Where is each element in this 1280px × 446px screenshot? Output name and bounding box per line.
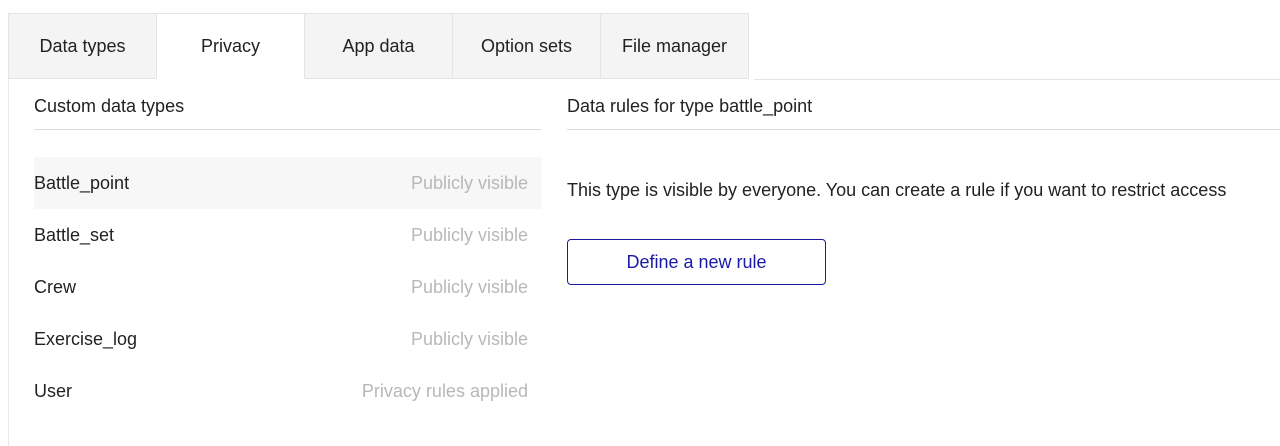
tab-app-data[interactable]: App data: [305, 14, 453, 79]
list-item-exercise-log[interactable]: Exercise_log Publicly visible: [34, 313, 541, 365]
list-item-battle-set[interactable]: Battle_set Publicly visible: [34, 209, 541, 261]
type-name: User: [34, 380, 73, 401]
tab-bar-divider: [754, 79, 1280, 80]
data-type-list: Battle_point Publicly visible Battle_set…: [34, 157, 541, 417]
tab-data-types[interactable]: Data types: [9, 14, 157, 79]
tab-bar: Data types Privacy App data Option sets …: [8, 13, 749, 80]
data-rules-heading: Data rules for type battle_point: [567, 96, 813, 116]
type-name: Battle_point: [34, 172, 130, 193]
define-new-rule-button[interactable]: Define a new rule: [567, 239, 826, 285]
tab-option-sets[interactable]: Option sets: [453, 14, 601, 79]
privacy-editor: Data types Privacy App data Option sets …: [0, 0, 1280, 446]
type-status: Privacy rules applied: [361, 380, 528, 401]
visibility-info-text: This type is visible by everyone. You ca…: [567, 180, 1227, 200]
list-item-user[interactable]: User Privacy rules applied: [34, 365, 541, 417]
type-name: Crew: [34, 276, 77, 297]
type-status: Publicly visible: [410, 172, 528, 193]
panel-border: [8, 79, 9, 446]
type-name: Exercise_log: [34, 328, 138, 349]
type-status: Publicly visible: [410, 276, 528, 297]
list-item-crew[interactable]: Crew Publicly visible: [34, 261, 541, 313]
type-status: Publicly visible: [410, 224, 528, 245]
tab-privacy[interactable]: Privacy: [157, 14, 305, 79]
tab-file-manager[interactable]: File manager: [601, 14, 749, 79]
left-divider: [34, 129, 541, 130]
custom-data-types-heading: Custom data types: [34, 96, 185, 116]
type-name: Battle_set: [34, 224, 115, 245]
type-status: Publicly visible: [410, 328, 528, 349]
right-divider: [567, 129, 1280, 130]
list-item-battle-point[interactable]: Battle_point Publicly visible: [34, 157, 541, 209]
